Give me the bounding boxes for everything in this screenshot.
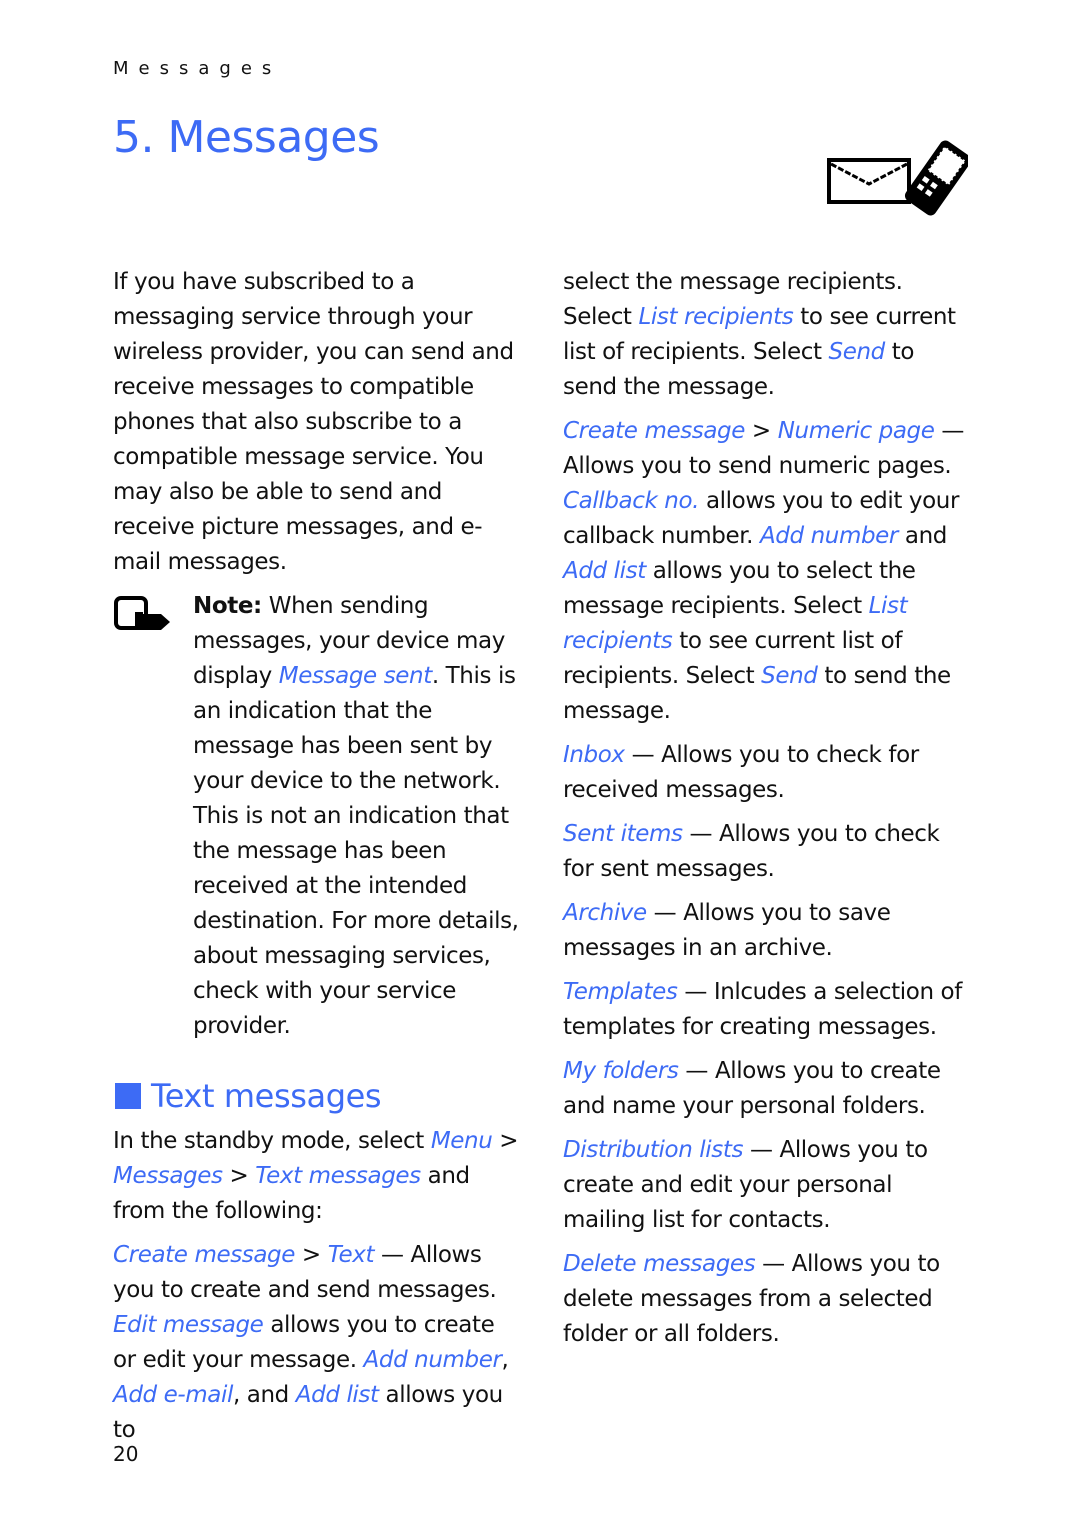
running-head: Messages: [113, 58, 282, 79]
section-intro: In the standby mode, select Menu > Messa…: [113, 1128, 519, 1224]
link-text[interactable]: Text: [328, 1242, 375, 1268]
create-text-paragraph: Create message > Text — Allows you to cr…: [113, 1242, 509, 1443]
right-column: allows you to select the message recipie…: [563, 265, 973, 1361]
link-add-email[interactable]: Add e-mail: [113, 1382, 233, 1408]
menu-item-my-folders: My folders — Allows you to create and na…: [563, 1058, 941, 1119]
create-numeric-paragraph: Create message > Numeric page — Allows y…: [563, 418, 965, 724]
link-inbox[interactable]: Inbox: [563, 742, 625, 768]
link-add-list-numeric[interactable]: Add list: [563, 558, 646, 584]
link-menu[interactable]: Menu: [431, 1128, 493, 1154]
intro-paragraph: If you have subscribed to a messaging se…: [113, 269, 514, 575]
menu-item-templates: Templates — Inlcudes a selection of temp…: [563, 979, 962, 1040]
section-title: Text messages: [113, 1074, 523, 1118]
link-numeric-page[interactable]: Numeric page: [778, 418, 935, 444]
note-block: Note: When sending messages, your device…: [113, 589, 523, 1044]
menu-item-distribution-lists: Distribution lists — Allows you to creat…: [563, 1137, 928, 1233]
section-bullet-icon: [115, 1083, 141, 1109]
link-add-number[interactable]: Add number: [364, 1347, 502, 1373]
link-create-message-numeric[interactable]: Create message: [563, 418, 745, 444]
link-callback-no[interactable]: Callback no.: [563, 488, 699, 514]
link-archive[interactable]: Archive: [563, 900, 647, 926]
link-distribution-lists[interactable]: Distribution lists: [563, 1137, 743, 1163]
menu-item-archive: Archive — Allows you to save messages in…: [563, 900, 891, 961]
page-number: 20: [113, 1442, 139, 1466]
link-send[interactable]: Send: [829, 339, 886, 365]
envelope-phone-icon: [827, 140, 968, 216]
chapter-title: 5. Messages: [113, 112, 380, 163]
link-messages[interactable]: Messages: [113, 1163, 223, 1189]
link-list-recipients[interactable]: List recipients: [638, 304, 793, 330]
link-text-messages[interactable]: Text messages: [255, 1163, 421, 1189]
link-add-list[interactable]: Add list: [296, 1382, 379, 1408]
link-sent-items[interactable]: Sent items: [563, 821, 683, 847]
menu-item-sent-items: Sent items — Allows you to check for sen…: [563, 821, 940, 882]
create-text-paragraph-continued: allows you to select the message recipie…: [563, 269, 956, 400]
link-send-numeric[interactable]: Send: [761, 663, 818, 689]
left-column: If you have subscribed to a messaging se…: [113, 265, 523, 1457]
link-edit-message[interactable]: Edit message: [113, 1312, 264, 1338]
link-my-folders[interactable]: My folders: [563, 1058, 679, 1084]
link-create-message[interactable]: Create message: [113, 1242, 295, 1268]
menu-item-inbox: Inbox — Allows you to check for received…: [563, 742, 919, 803]
note-hand-icon: [114, 596, 170, 630]
link-add-number-numeric[interactable]: Add number: [760, 523, 898, 549]
envelope-icon: [827, 158, 911, 204]
phone-icon: [904, 140, 968, 216]
menu-item-delete-messages: Delete messages — Allows you to delete m…: [563, 1251, 940, 1347]
link-templates[interactable]: Templates: [563, 979, 678, 1005]
note-label: Note:: [193, 593, 262, 619]
link-message-sent[interactable]: Message sent: [279, 663, 432, 689]
link-delete-messages[interactable]: Delete messages: [563, 1251, 756, 1277]
